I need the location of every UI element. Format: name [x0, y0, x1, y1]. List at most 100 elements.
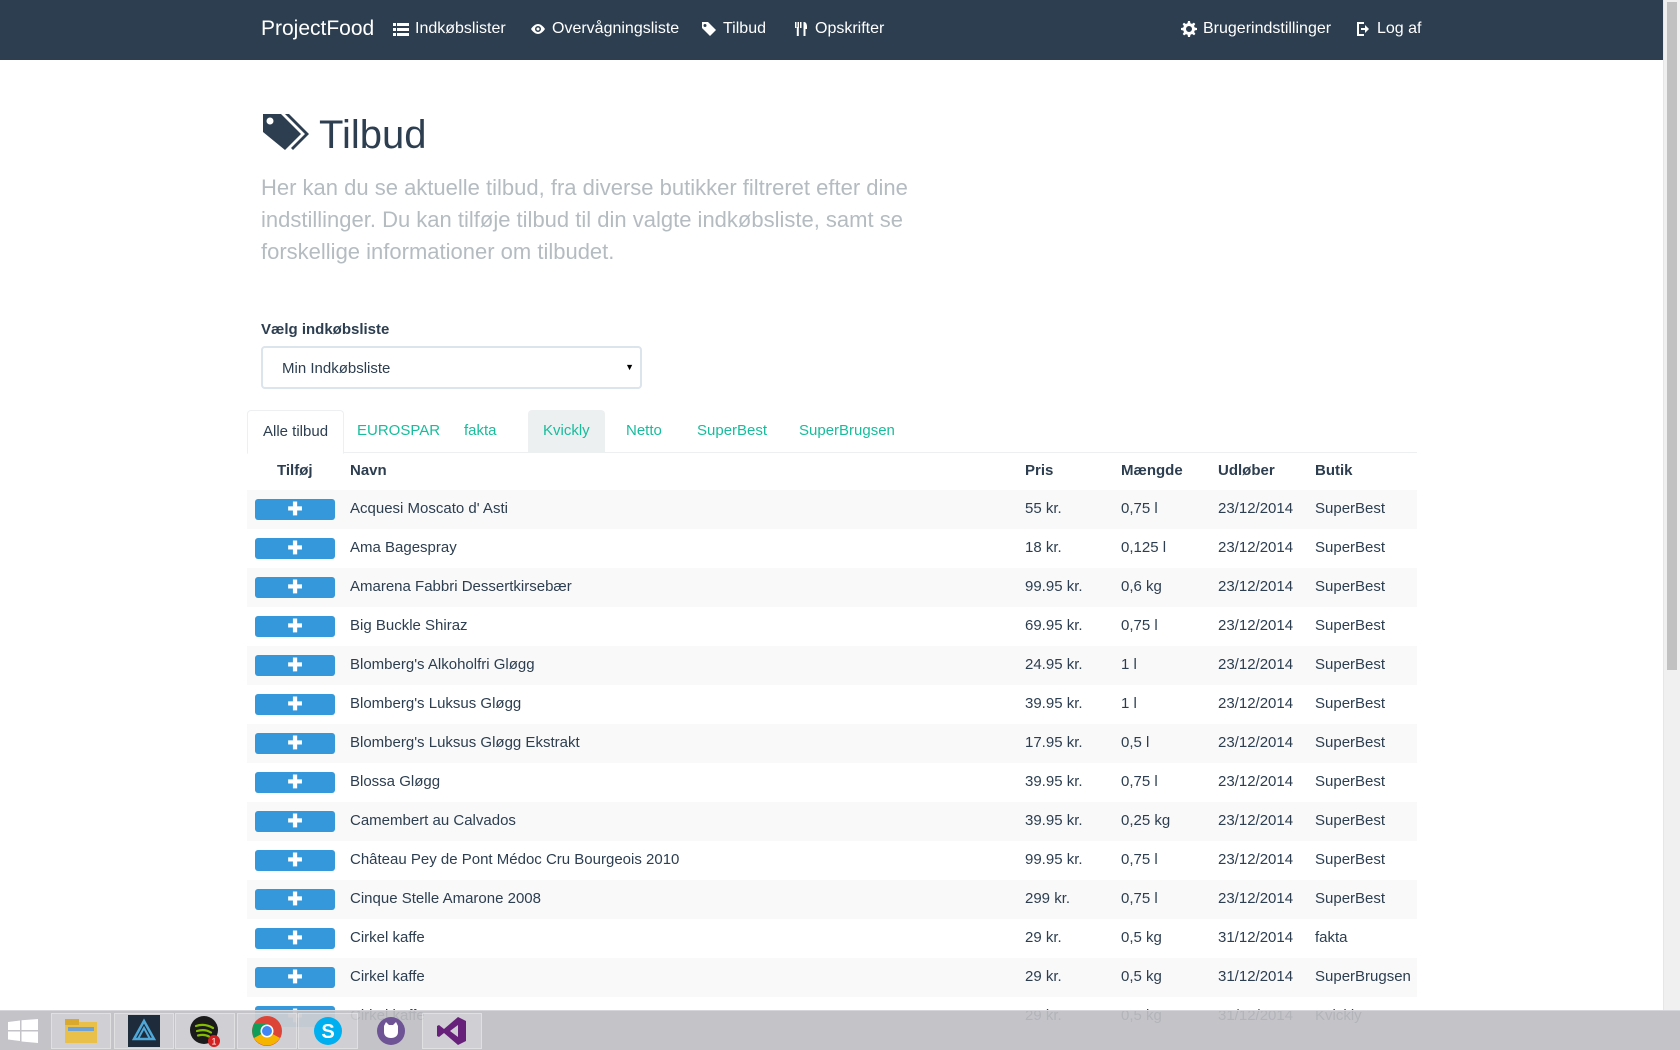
cell-price: 69.95 kr. [1025, 617, 1083, 634]
column-header-price: Pris [1025, 462, 1054, 479]
add-to-list-button[interactable]: ✚ [255, 694, 335, 715]
column-header-name: Navn [350, 462, 387, 479]
gear-icon [1181, 21, 1197, 37]
windows-taskbar: 1 S [0, 1010, 1680, 1050]
page-title: Tilbud [261, 112, 426, 158]
page-scrollbar[interactable] [1663, 0, 1680, 1010]
eye-icon [531, 24, 545, 34]
add-to-list-button[interactable]: ✚ [255, 811, 335, 832]
tab-fakta[interactable]: fakta [449, 410, 512, 453]
table-row: ✚ Big Buckle Shiraz 69.95 kr. 0,75 l 23/12/2… [247, 607, 1417, 646]
add-to-list-button[interactable]: ✚ [255, 499, 335, 520]
tab-eurospar[interactable]: EUROSPAR [342, 410, 455, 453]
cell-price: 29 kr. [1025, 929, 1062, 946]
nav-overvagningsliste[interactable]: Overvågningsliste [530, 20, 679, 38]
cell-price: 17.95 kr. [1025, 734, 1083, 751]
cell-expires: 23/12/2014 [1218, 578, 1294, 595]
tab-alle-tilbud[interactable]: Alle tilbud [247, 410, 345, 454]
cell-amount: 0,25 kg [1121, 812, 1171, 829]
visual-studio-icon[interactable] [422, 1013, 482, 1049]
add-to-list-button[interactable]: ✚ [255, 850, 335, 871]
add-to-list-button[interactable]: ✚ [255, 538, 335, 559]
cell-name: Big Buckle Shiraz [350, 617, 468, 634]
cell-expires: 23/12/2014 [1218, 617, 1294, 634]
cell-expires: 23/12/2014 [1218, 812, 1294, 829]
column-header-add: Tilføj [277, 462, 313, 479]
tab-superbest[interactable]: SuperBest [682, 410, 782, 453]
table-row: ✚ Camembert au Calvados 39.95 kr. 0,25 kg 23… [247, 802, 1417, 841]
add-to-list-button[interactable]: ✚ [255, 733, 335, 754]
cell-name: Camembert au Calvados [350, 812, 516, 829]
cell-name: Cinque Stelle Amarone 2008 [350, 890, 541, 907]
cell-expires: 31/12/2014 [1218, 968, 1294, 985]
cell-price: 39.95 kr. [1025, 773, 1083, 790]
list-select-label: Vælg indkøbsliste [261, 321, 390, 338]
nav-label: Overvågningsliste [552, 20, 680, 37]
nav-label: Opskrifter [815, 20, 885, 37]
cell-expires: 23/12/2014 [1218, 851, 1294, 868]
nav-log-af[interactable]: Log af [1355, 20, 1421, 38]
cell-amount: 0,75 l [1121, 890, 1158, 907]
add-to-list-button[interactable]: ✚ [255, 616, 335, 637]
plus-icon: ✚ [287, 928, 303, 948]
tab-superbrugsen[interactable]: SuperBrugsen [784, 410, 910, 453]
plus-icon: ✚ [287, 772, 303, 792]
cell-store: SuperBest [1315, 500, 1386, 517]
cell-amount: 1 l [1121, 656, 1137, 673]
spotify-icon[interactable]: 1 [175, 1013, 235, 1049]
plus-icon: ✚ [287, 616, 303, 636]
cell-store: SuperBest [1315, 812, 1386, 829]
svg-text:S: S [321, 1021, 334, 1043]
add-to-list-button[interactable]: ✚ [255, 928, 335, 949]
column-header-amount: Mængde [1121, 462, 1183, 479]
cutlery-icon [795, 22, 807, 36]
cell-price: 18 kr. [1025, 539, 1062, 556]
cell-price: 299 kr. [1025, 890, 1071, 907]
cell-amount: 0,5 kg [1121, 968, 1162, 985]
tab-netto[interactable]: Netto [611, 410, 677, 453]
file-explorer-icon[interactable] [51, 1013, 111, 1049]
cell-expires: 23/12/2014 [1218, 890, 1294, 907]
skype-icon[interactable]: S [298, 1013, 358, 1049]
plus-icon: ✚ [287, 733, 303, 753]
plus-icon: ✚ [287, 538, 303, 558]
nav-indkobslister[interactable]: Indkøbslister [393, 20, 506, 38]
cell-expires: 23/12/2014 [1218, 500, 1294, 517]
cell-price: 99.95 kr. [1025, 851, 1083, 868]
chrome-icon[interactable] [237, 1013, 297, 1049]
cell-name: Château Pey de Pont Médoc Cru Bourgeois … [350, 851, 680, 868]
nav-tilbud[interactable]: Tilbud [701, 20, 766, 38]
shopping-list-select[interactable]: Min Indkøbsliste ▼ [261, 346, 642, 389]
cell-price: 39.95 kr. [1025, 695, 1083, 712]
nav-label: Brugerindstillinger [1203, 20, 1332, 37]
blend-icon[interactable] [114, 1013, 174, 1049]
cell-amount: 0,125 l [1121, 539, 1167, 556]
cell-expires: 23/12/2014 [1218, 656, 1294, 673]
list-icon [393, 23, 409, 36]
add-to-list-button[interactable]: ✚ [255, 655, 335, 676]
cell-amount: 0,5 kg [1121, 929, 1162, 946]
brand-link[interactable]: ProjectFood [261, 17, 374, 41]
tab-kvickly[interactable]: Kvickly [528, 410, 605, 453]
table-row: ✚ Blomberg's Luksus Gløgg Ekstrakt 17.95 k… [247, 724, 1417, 763]
offers-table-body: ✚ Acquesi Moscato d' Asti 55 kr. 0,75 l 23/1… [247, 490, 1417, 1036]
add-to-list-button[interactable]: ✚ [255, 889, 335, 910]
add-to-list-button[interactable]: ✚ [255, 772, 335, 793]
cell-name: Blomberg's Luksus Gløgg Ekstrakt [350, 734, 580, 751]
cell-price: 99.95 kr. [1025, 578, 1083, 595]
table-row: ✚ Acquesi Moscato d' Asti 55 kr. 0,75 l 23/1… [247, 490, 1417, 529]
add-to-list-button[interactable]: ✚ [255, 577, 335, 598]
windows-start-icon[interactable] [8, 1019, 38, 1043]
nav-opskrifter[interactable]: Opskrifter [793, 20, 884, 38]
table-row: ✚ Château Pey de Pont Médoc Cru Bourgeois… [247, 841, 1417, 880]
cell-store: SuperBest [1315, 773, 1386, 790]
cell-name: Ama Bagespray [350, 539, 457, 556]
cell-store: SuperBrugsen [1315, 968, 1411, 985]
add-to-list-button[interactable]: ✚ [255, 967, 335, 988]
nav-brugerindstillinger[interactable]: Brugerindstillinger [1181, 20, 1331, 38]
cell-store: SuperBest [1315, 617, 1386, 634]
cell-amount: 0,5 l [1121, 734, 1150, 751]
scrollbar-thumb[interactable] [1667, 2, 1677, 670]
github-icon[interactable] [361, 1013, 421, 1049]
cell-amount: 0,75 l [1121, 773, 1158, 790]
